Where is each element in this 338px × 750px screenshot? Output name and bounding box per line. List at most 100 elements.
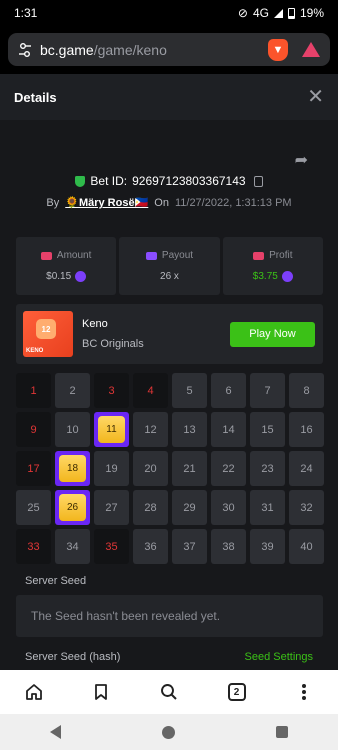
keno-cell: 17 bbox=[16, 451, 51, 486]
keno-cell: 30 bbox=[211, 490, 246, 525]
play-now-button[interactable]: Play Now bbox=[230, 321, 315, 347]
stat-payout: Payout 26 x bbox=[119, 237, 220, 295]
copy-icon[interactable] bbox=[253, 175, 263, 187]
keno-cell-number: 26 bbox=[59, 494, 86, 521]
url-text[interactable]: bc.game/game/keno bbox=[40, 42, 260, 58]
keno-cell: 36 bbox=[133, 529, 168, 564]
keno-thumbnail[interactable]: 12 KENO bbox=[23, 311, 73, 357]
keno-cell: 13 bbox=[172, 412, 207, 447]
details-content: ➦ Bet ID: 92697123803367143 By 🌻Märy Ros… bbox=[0, 120, 338, 670]
keno-cell: 32 bbox=[289, 490, 324, 525]
recents-icon[interactable] bbox=[275, 726, 288, 738]
game-info: Keno BC Originals bbox=[82, 318, 230, 350]
close-icon[interactable]: ✕ bbox=[307, 87, 324, 107]
keno-cell: 25 bbox=[16, 490, 51, 525]
keno-cell: 29 bbox=[172, 490, 207, 525]
keno-cell: 8 bbox=[289, 373, 324, 408]
keno-ball-icon: 12 bbox=[36, 319, 56, 339]
keno-cell: 4 bbox=[133, 373, 168, 408]
bet-user-link[interactable]: 🌻Märy Rosë🇵🇭 bbox=[65, 196, 148, 209]
server-seed-value: The Seed hasn't been revealed yet. bbox=[31, 609, 221, 623]
keno-cell: 35 bbox=[94, 529, 129, 564]
bet-meta-row: By 🌻Märy Rosë🇵🇭 On 11/27/2022, 1:31:13 P… bbox=[0, 196, 338, 210]
server-seed-label: Server Seed bbox=[25, 575, 87, 587]
keno-cell: 22 bbox=[211, 451, 246, 486]
keno-cell: 23 bbox=[250, 451, 285, 486]
keno-cell: 21 bbox=[172, 451, 207, 486]
mute-icon: ⊘ bbox=[237, 6, 248, 20]
bet-stats: Amount $0.15 Payout 26 x Profit $3.75 bbox=[16, 237, 323, 295]
bet-id-label: Bet ID: bbox=[90, 174, 128, 188]
keno-cell-number: 18 bbox=[59, 455, 86, 482]
keno-cell: 18 bbox=[55, 451, 90, 486]
stat-amount: Amount $0.15 bbox=[16, 237, 117, 295]
keno-cell: 2 bbox=[55, 373, 90, 408]
url-domain: bc.game bbox=[40, 41, 94, 58]
keno-cell: 15 bbox=[250, 412, 285, 447]
game-name: Keno bbox=[82, 318, 108, 330]
keno-cell: 5 bbox=[172, 373, 207, 408]
page-title: Details bbox=[14, 89, 57, 105]
keno-cell: 37 bbox=[172, 529, 207, 564]
payout-value: 26 x bbox=[160, 271, 179, 282]
browser-bottom-nav: 2 bbox=[0, 670, 338, 714]
details-header: Details ✕ bbox=[0, 74, 338, 120]
url-path: /game/keno bbox=[93, 41, 167, 58]
keno-cell-number: 11 bbox=[98, 416, 125, 443]
keno-cell: 34 bbox=[55, 529, 90, 564]
home-icon[interactable] bbox=[22, 680, 46, 704]
battery-percent: 19% bbox=[299, 6, 324, 20]
keno-cell: 38 bbox=[211, 529, 246, 564]
payout-label: Payout bbox=[161, 250, 194, 261]
browser-toolbar: bc.game/game/keno ▼ bbox=[0, 26, 338, 74]
server-seed-hash-label: Server Seed (hash) bbox=[25, 651, 121, 663]
share-icon[interactable]: ➦ bbox=[295, 150, 308, 170]
address-bar[interactable]: bc.game/game/keno ▼ bbox=[8, 33, 330, 66]
game-card: 12 KENO Keno BC Originals Play Now bbox=[16, 304, 323, 364]
payout-icon bbox=[145, 251, 157, 260]
bookmark-icon[interactable] bbox=[89, 680, 113, 704]
verified-shield-icon bbox=[75, 175, 86, 187]
status-time: 1:31 bbox=[14, 6, 38, 20]
keno-cell: 31 bbox=[250, 490, 285, 525]
bet-id-row: Bet ID: 92697123803367143 bbox=[0, 174, 338, 188]
keno-cell: 40 bbox=[289, 529, 324, 564]
keno-cell: 11 bbox=[94, 412, 129, 447]
keno-cell: 20 bbox=[133, 451, 168, 486]
more-menu-icon[interactable] bbox=[292, 680, 316, 704]
profit-icon bbox=[253, 251, 265, 260]
back-icon[interactable] bbox=[50, 725, 62, 739]
brave-shields-icon[interactable]: ▼ bbox=[268, 38, 288, 61]
keno-grid: 1 2 3 4 5 6 7 8 9 10 11 12 13 14 15 16 17 18 19 20 21 22 23 24 2… bbox=[16, 373, 324, 564]
by-label: By bbox=[46, 196, 60, 209]
server-seed-hash-row: Server Seed (hash) Seed Settings bbox=[25, 651, 313, 663]
tabs-button[interactable]: 2 bbox=[225, 680, 249, 704]
keno-cell: 19 bbox=[94, 451, 129, 486]
battery-icon bbox=[287, 7, 295, 19]
keno-cell: 39 bbox=[250, 529, 285, 564]
thumb-label: KENO bbox=[26, 348, 44, 354]
keno-cell: 1 bbox=[16, 373, 51, 408]
game-provider: BC Originals bbox=[82, 338, 144, 350]
status-icons: ⊘ 4G 19% bbox=[238, 6, 324, 20]
keno-cell: 16 bbox=[289, 412, 324, 447]
site-settings-icon[interactable] bbox=[18, 42, 32, 58]
keno-cell: 12 bbox=[133, 412, 168, 447]
coin-icon bbox=[281, 271, 293, 282]
coin-icon bbox=[75, 271, 87, 282]
system-nav-bar bbox=[0, 714, 338, 750]
signal-icon bbox=[273, 8, 283, 18]
brave-rewards-icon[interactable] bbox=[302, 42, 320, 57]
amount-value: $0.15 bbox=[46, 271, 72, 282]
keno-cell: 9 bbox=[16, 412, 51, 447]
search-icon[interactable] bbox=[157, 680, 181, 704]
amount-label: Amount bbox=[56, 250, 92, 261]
server-seed-box: The Seed hasn't been revealed yet. bbox=[16, 595, 323, 637]
network-type: 4G bbox=[252, 6, 269, 20]
keno-cell: 26 bbox=[55, 490, 90, 525]
seed-settings-link[interactable]: Seed Settings bbox=[245, 651, 314, 663]
home-button-icon[interactable] bbox=[161, 725, 175, 739]
status-bar: 1:31 ⊘ 4G 19% bbox=[0, 0, 338, 26]
profit-label: Profit bbox=[269, 250, 293, 261]
keno-cell: 24 bbox=[289, 451, 324, 486]
